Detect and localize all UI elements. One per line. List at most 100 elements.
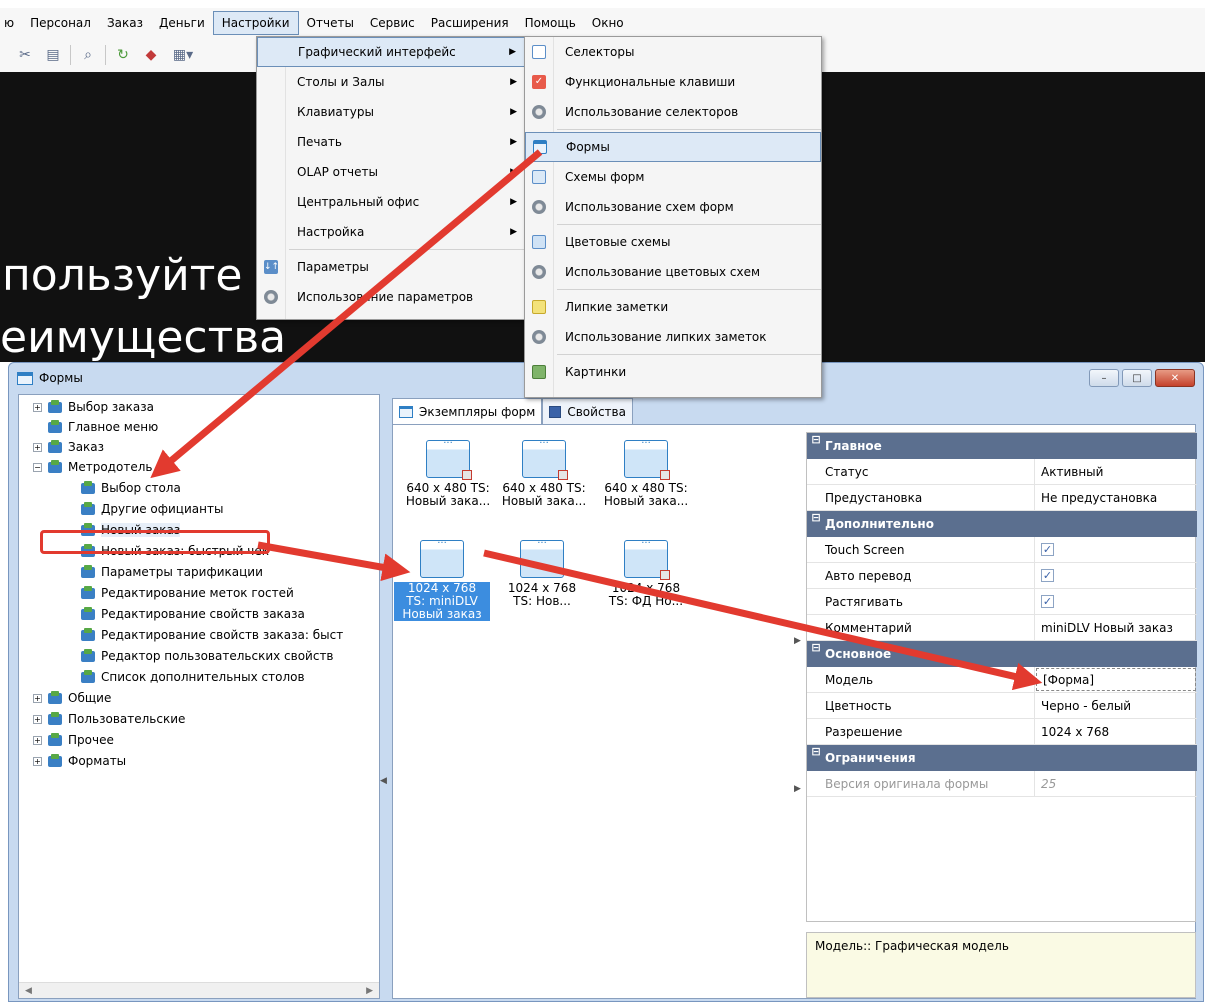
- expand-icon[interactable]: +: [33, 693, 42, 703]
- tree-item-other[interactable]: + Прочее: [33, 730, 114, 750]
- menu-item-staff[interactable]: Персонал: [22, 12, 99, 34]
- form-instance-item[interactable]: 1024 x 768 TS: Нов...: [494, 537, 590, 608]
- form-instance-item-selected[interactable]: 1024 x 768 TS: miniDLV Новый заказ: [394, 537, 490, 621]
- tree-item-extra-tables[interactable]: Список дополнительных столов: [81, 667, 305, 687]
- property-row[interactable]: Предустановка Не предустановка: [807, 485, 1197, 511]
- menu-item-parameters[interactable]: ↓↑ Параметры: [257, 252, 525, 282]
- splitter-left-icon[interactable]: ◀: [380, 776, 390, 786]
- menu-item-order[interactable]: Заказ: [99, 12, 151, 34]
- menu-item-color-schemes-usage[interactable]: Использование цветовых схем: [525, 257, 821, 287]
- form-instance-item[interactable]: 640 x 480 TS: Новый зака...: [598, 437, 694, 508]
- menu-item-form-schemes-usage[interactable]: Использование схем форм: [525, 192, 821, 222]
- menu-item-extensions[interactable]: Расширения: [423, 12, 517, 34]
- menu-item-service[interactable]: Сервис: [362, 12, 423, 34]
- scroll-right-icon[interactable]: ▶: [366, 986, 373, 996]
- menu-item-reports[interactable]: Отчеты: [299, 12, 362, 34]
- property-row[interactable]: Статус Активный: [807, 459, 1197, 485]
- tree-item-common[interactable]: + Общие: [33, 688, 111, 708]
- scroll-left-icon[interactable]: ◀: [25, 986, 32, 996]
- menu-item-olap[interactable]: OLAP отчеты ▶: [257, 157, 525, 187]
- form-instance-item[interactable]: 640 x 480 TS: Новый зака...: [400, 437, 496, 508]
- menu-item-form-schemes[interactable]: Схемы форм: [525, 162, 821, 192]
- property-value[interactable]: Не предустановка: [1035, 485, 1197, 510]
- tab-properties[interactable]: Свойства: [542, 398, 633, 424]
- menu-item-selectors-usage[interactable]: Использование селекторов: [525, 97, 821, 127]
- collapse-icon[interactable]: ⊟: [807, 511, 825, 537]
- property-value[interactable]: ✓: [1035, 589, 1197, 614]
- property-value[interactable]: miniDLV Новый заказ: [1035, 615, 1197, 640]
- menu-item-help[interactable]: Помощь: [517, 12, 584, 34]
- menu-item-gui[interactable]: Графический интерфейс ▶: [257, 37, 525, 67]
- tree-item-order-selection[interactable]: + Выбор заказа: [33, 397, 154, 417]
- property-value[interactable]: 1024 x 768: [1035, 719, 1197, 744]
- tree-item-guest-labels[interactable]: Редактирование меток гостей: [81, 583, 294, 603]
- splitter-right-icon[interactable]: ▶: [794, 784, 804, 794]
- collapse-icon[interactable]: ⊟: [807, 433, 825, 459]
- property-row[interactable]: Растягивать ✓: [807, 589, 1197, 615]
- menu-item-central-office[interactable]: Центральный офис ▶: [257, 187, 525, 217]
- collapse-icon[interactable]: ⊟: [807, 745, 825, 771]
- tree-item-main-menu[interactable]: Главное меню: [48, 417, 158, 437]
- property-category[interactable]: ⊟ Дополнительно: [807, 511, 1197, 537]
- expand-icon[interactable]: +: [33, 442, 42, 452]
- search-icon[interactable]: ⌕: [77, 44, 99, 66]
- menu-item-print[interactable]: Печать ▶: [257, 127, 525, 157]
- menu-item-tables-halls[interactable]: Столы и Залы ▶: [257, 67, 525, 97]
- property-row[interactable]: Цветность Черно - белый: [807, 693, 1197, 719]
- paste-icon[interactable]: ▤: [42, 44, 64, 66]
- refresh-icon[interactable]: ↻: [112, 44, 134, 66]
- menu-item-sticky-notes-usage[interactable]: Использование липких заметок: [525, 322, 821, 352]
- property-category[interactable]: ⊟ Ограничения: [807, 745, 1197, 771]
- tab-form-instances[interactable]: Экземпляры форм: [392, 398, 543, 424]
- tree-item-table-selection[interactable]: Выбор стола: [81, 478, 181, 498]
- form-instance-item[interactable]: 1024 x 768 TS: ФД Но...: [598, 537, 694, 608]
- tree-item-tariff-params[interactable]: Параметры тарификации: [81, 562, 263, 582]
- tree-item-maitre[interactable]: − Метродотель: [33, 457, 152, 477]
- property-row[interactable]: Комментарий miniDLV Новый заказ: [807, 615, 1197, 641]
- property-value[interactable]: Активный: [1035, 459, 1197, 484]
- tree-item-order[interactable]: + Заказ: [33, 437, 104, 457]
- table-dropdown-icon[interactable]: ▦▾: [168, 44, 198, 66]
- checkbox-checked[interactable]: ✓: [1041, 569, 1054, 582]
- property-value[interactable]: ✓: [1035, 537, 1197, 562]
- expand-icon[interactable]: +: [33, 756, 42, 766]
- maximize-button[interactable]: □: [1122, 369, 1152, 387]
- close-button[interactable]: ✕: [1155, 369, 1195, 387]
- splitter-right-icon[interactable]: ▶: [794, 636, 804, 646]
- menu-item-settings[interactable]: Настройки: [212, 11, 299, 35]
- property-category[interactable]: ⊟ Главное: [807, 433, 1197, 459]
- property-value[interactable]: ✓: [1035, 563, 1197, 588]
- menu-item-sticky-notes[interactable]: Липкие заметки: [525, 292, 821, 322]
- menu-item-selectors[interactable]: Селекторы: [525, 37, 821, 67]
- tree-item-order-properties[interactable]: Редактирование свойств заказа: [81, 604, 305, 624]
- color-icon[interactable]: ◆: [140, 44, 162, 66]
- property-value-editor[interactable]: [Форма]: [1036, 668, 1196, 691]
- expand-icon[interactable]: +: [33, 735, 42, 745]
- tree-item-order-properties-quick[interactable]: Редактирование свойств заказа: быст: [81, 625, 343, 645]
- expand-icon[interactable]: +: [33, 714, 42, 724]
- menu-item-color-schemes[interactable]: Цветовые схемы: [525, 227, 821, 257]
- tree-item-custom[interactable]: + Пользовательские: [33, 709, 185, 729]
- property-category[interactable]: ⊟ Основное: [807, 641, 1197, 667]
- collapse-icon[interactable]: −: [33, 462, 42, 472]
- tree-item-other-waiters[interactable]: Другие официанты: [81, 499, 223, 519]
- property-row[interactable]: Авто перевод ✓: [807, 563, 1197, 589]
- cut-icon[interactable]: ✂: [14, 44, 36, 66]
- minimize-button[interactable]: –: [1089, 369, 1119, 387]
- menu-item-partial[interactable]: ю: [0, 12, 22, 34]
- menu-item-parameters-usage[interactable]: Использование параметров: [257, 282, 525, 312]
- checkbox-checked[interactable]: ✓: [1041, 595, 1054, 608]
- menu-item-window[interactable]: Окно: [584, 12, 632, 34]
- collapse-icon[interactable]: ⊟: [807, 641, 825, 667]
- menu-item-money[interactable]: Деньги: [151, 12, 213, 34]
- expand-icon[interactable]: +: [33, 402, 42, 412]
- property-row[interactable]: Модель [Форма]: [807, 667, 1197, 693]
- menu-item-forms[interactable]: Формы: [525, 132, 821, 162]
- menu-item-function-keys[interactable]: ✓ Функциональные клавиши: [525, 67, 821, 97]
- form-instance-item[interactable]: 640 x 480 TS: Новый зака...: [496, 437, 592, 508]
- menu-item-pictures[interactable]: Картинки: [525, 357, 821, 387]
- property-row[interactable]: Touch Screen ✓: [807, 537, 1197, 563]
- tree-item-formats[interactable]: + Форматы: [33, 751, 126, 771]
- property-value[interactable]: Черно - белый: [1035, 693, 1197, 718]
- property-row[interactable]: Разрешение 1024 x 768: [807, 719, 1197, 745]
